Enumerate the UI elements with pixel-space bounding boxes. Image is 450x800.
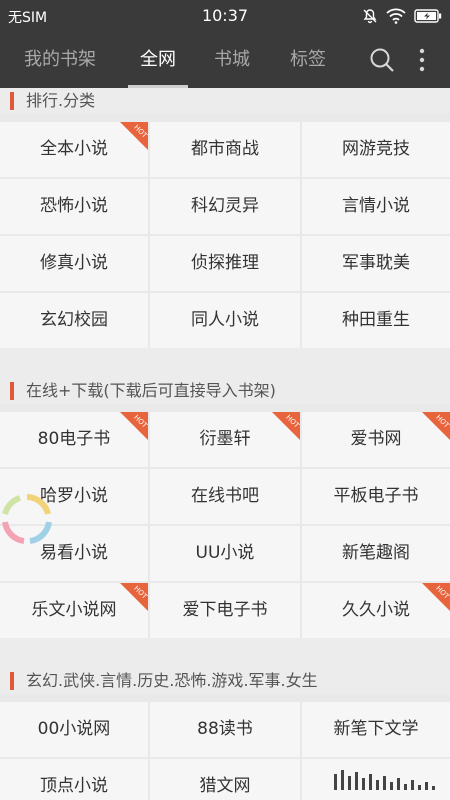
- site-button[interactable]: 爱下电子书: [150, 583, 300, 638]
- tab-book-city[interactable]: 书城: [202, 32, 262, 88]
- site-button[interactable]: 乐文小说网 HOT: [0, 583, 148, 638]
- site-button[interactable]: 88读书: [150, 702, 300, 757]
- hot-badge-icon: HOT: [422, 583, 450, 611]
- site-button[interactable]: 爱书网 HOT: [302, 412, 450, 467]
- hot-badge-icon: HOT: [120, 122, 148, 150]
- top-nav: 我的书架 全网 书城 标签: [0, 32, 450, 88]
- search-icon[interactable]: [368, 46, 396, 74]
- refresh-spinner-icon[interactable]: [0, 492, 54, 546]
- category-button[interactable]: 言情小说: [302, 179, 450, 234]
- site-button[interactable]: 80电子书 HOT: [0, 412, 148, 467]
- section-header-download: 在线+下载(下载后可直接导入书架): [0, 348, 450, 404]
- category-button[interactable]: 科幻灵异: [150, 179, 300, 234]
- site-list[interactable]: 排行.分类 全本小说 HOT 都市商战 网游竞技 恐怖小说 科幻灵异 言情小说 修…: [0, 88, 450, 800]
- category-button[interactable]: 恐怖小说: [0, 179, 148, 234]
- more-vertical-icon[interactable]: [414, 46, 430, 74]
- tab-tags[interactable]: 标签: [278, 32, 338, 88]
- battery-charging-icon: [414, 9, 442, 23]
- tab-bookshelf[interactable]: 我的书架: [14, 32, 106, 88]
- category-button[interactable]: 种田重生: [302, 293, 450, 348]
- category-button[interactable]: 都市商战: [150, 122, 300, 177]
- section-header-genres: 玄幻.武侠.言情.历史.恐怖.游戏.军事.女生: [0, 638, 450, 694]
- hot-badge-icon: HOT: [120, 583, 148, 611]
- site-button[interactable]: 猎文网: [150, 759, 300, 800]
- site-button[interactable]: 新笔趣阁: [302, 526, 450, 581]
- site-button[interactable]: 久久小说 HOT: [302, 583, 450, 638]
- section-accent-bar: [10, 92, 14, 110]
- section-title: 在线+下载(下载后可直接导入书架): [26, 381, 276, 400]
- section-grid-download: 80电子书 HOT 衍墨轩 HOT 爱书网 HOT 哈罗小说 在线书吧 平板电子书 易…: [0, 404, 450, 638]
- category-button[interactable]: 军事耽美: [302, 236, 450, 291]
- category-button[interactable]: 侦探推理: [150, 236, 300, 291]
- wifi-icon: [386, 8, 406, 24]
- hot-badge-icon: HOT: [120, 412, 148, 440]
- section-accent-bar: [10, 382, 14, 400]
- category-button[interactable]: 网游竞技: [302, 122, 450, 177]
- hot-badge-icon: HOT: [272, 412, 300, 440]
- site-button[interactable]: 新笔下文学: [302, 702, 450, 757]
- site-button[interactable]: 在线书吧: [150, 469, 300, 524]
- section-title: 玄幻.武侠.言情.历史.恐怖.游戏.军事.女生: [26, 671, 318, 690]
- status-bar: 无SIM 10:37: [0, 0, 450, 32]
- hot-badge-icon: HOT: [422, 412, 450, 440]
- category-button[interactable]: 修真小说: [0, 236, 148, 291]
- watermark-icon: [332, 768, 444, 794]
- tab-all-web[interactable]: 全网: [128, 32, 188, 88]
- category-button[interactable]: 玄幻校园: [0, 293, 148, 348]
- status-icons: [362, 7, 442, 25]
- site-button[interactable]: 平板电子书: [302, 469, 450, 524]
- site-button[interactable]: 顶点小说: [0, 759, 148, 800]
- section-grid-ranking: 全本小说 HOT 都市商战 网游竞技 恐怖小说 科幻灵异 言情小说 修真小说 侦探…: [0, 114, 450, 348]
- section-header-ranking: 排行.分类: [0, 88, 450, 114]
- section-title: 排行.分类: [26, 91, 96, 110]
- mute-icon: [362, 8, 378, 24]
- section-accent-bar: [10, 672, 14, 690]
- site-button[interactable]: UU小说: [150, 526, 300, 581]
- category-button[interactable]: 全本小说 HOT: [0, 122, 148, 177]
- site-button[interactable]: 衍墨轩 HOT: [150, 412, 300, 467]
- site-button[interactable]: 00小说网: [0, 702, 148, 757]
- category-button[interactable]: 同人小说: [150, 293, 300, 348]
